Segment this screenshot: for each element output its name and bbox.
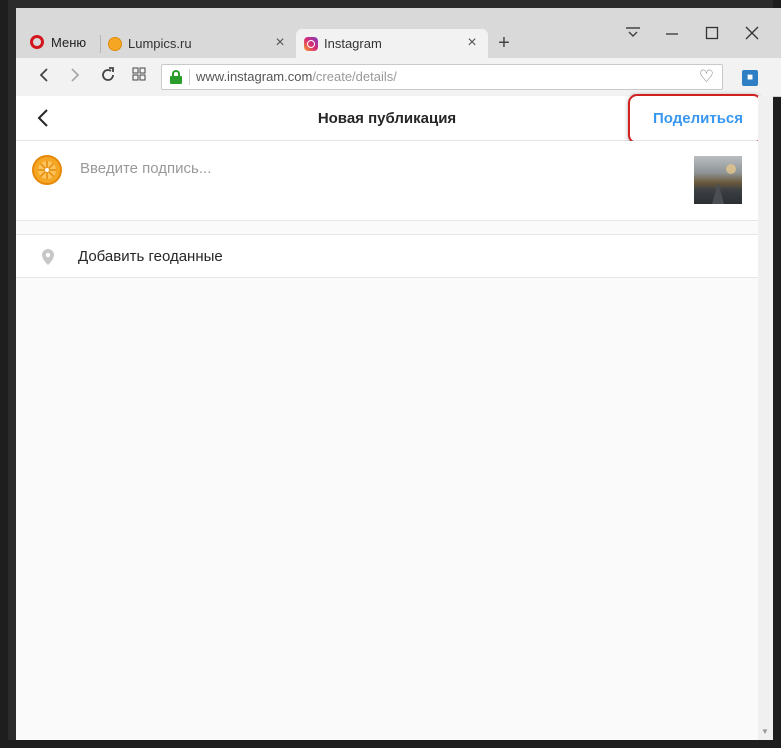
secure-lock-icon [170,70,182,84]
photo-thumbnail [694,156,742,204]
url-text[interactable]: www.instagram.com/create/details/ [196,69,397,84]
tab-strip: Меню Lumpics.ru × Instagram × + [16,8,781,58]
forward-arrow-icon[interactable] [65,67,85,87]
tab-lumpics[interactable]: Lumpics.ru × [100,29,296,58]
maximize-icon[interactable] [698,26,726,46]
menu-label: Меню [51,34,87,50]
speed-dial-grid-icon[interactable] [129,67,149,87]
back-arrow-icon[interactable] [34,67,54,87]
tab-title: Lumpics.ru [128,36,192,51]
close-window-icon[interactable] [738,26,766,46]
lumpics-favicon-icon [108,36,122,51]
add-location-label: Добавить геоданные [78,248,223,265]
avatar [32,155,62,185]
tab-menu-icon[interactable] [619,26,647,46]
browser-chrome: Меню Lumpics.ru × Instagram × + www.inst… [16,8,781,97]
browser-window: Меню Lumpics.ru × Instagram × + www.inst… [0,0,781,748]
extension-icon[interactable]: ■ [742,70,758,86]
caption-input[interactable] [78,159,672,178]
thumbnail-road [712,182,724,204]
bookmark-heart-icon[interactable]: ♡ [699,67,714,87]
reload-icon[interactable] [98,67,118,87]
close-tab-icon[interactable]: × [464,35,480,51]
address-bar[interactable]: www.instagram.com/create/details/ ♡ [161,64,723,90]
tab-instagram[interactable]: Instagram × [296,29,488,58]
opera-menu-button[interactable]: Меню [30,33,86,51]
page-scrollbar[interactable]: ▼ [758,96,773,740]
share-button[interactable]: Поделиться [653,110,743,127]
location-pin-icon [40,248,56,266]
add-location-row[interactable]: Добавить геоданные [16,234,758,278]
address-toolbar: www.instagram.com/create/details/ ♡ ■ [16,58,781,97]
url-host: www.instagram.com [196,69,313,84]
caption-section [16,141,758,221]
instagram-favicon-icon [304,36,318,51]
url-divider [189,69,190,85]
page-content: Новая публикация Поделиться Введите подп… [16,94,773,740]
scroll-down-arrow-icon[interactable]: ▼ [761,727,769,736]
opera-logo-icon [30,35,44,49]
new-tab-plus-icon[interactable]: + [494,33,514,53]
close-tab-icon[interactable]: × [272,35,288,51]
minimize-icon[interactable] [658,26,686,46]
thumbnail-sun [726,164,736,174]
tab-title: Instagram [324,36,382,51]
url-path: /create/details/ [312,69,397,84]
